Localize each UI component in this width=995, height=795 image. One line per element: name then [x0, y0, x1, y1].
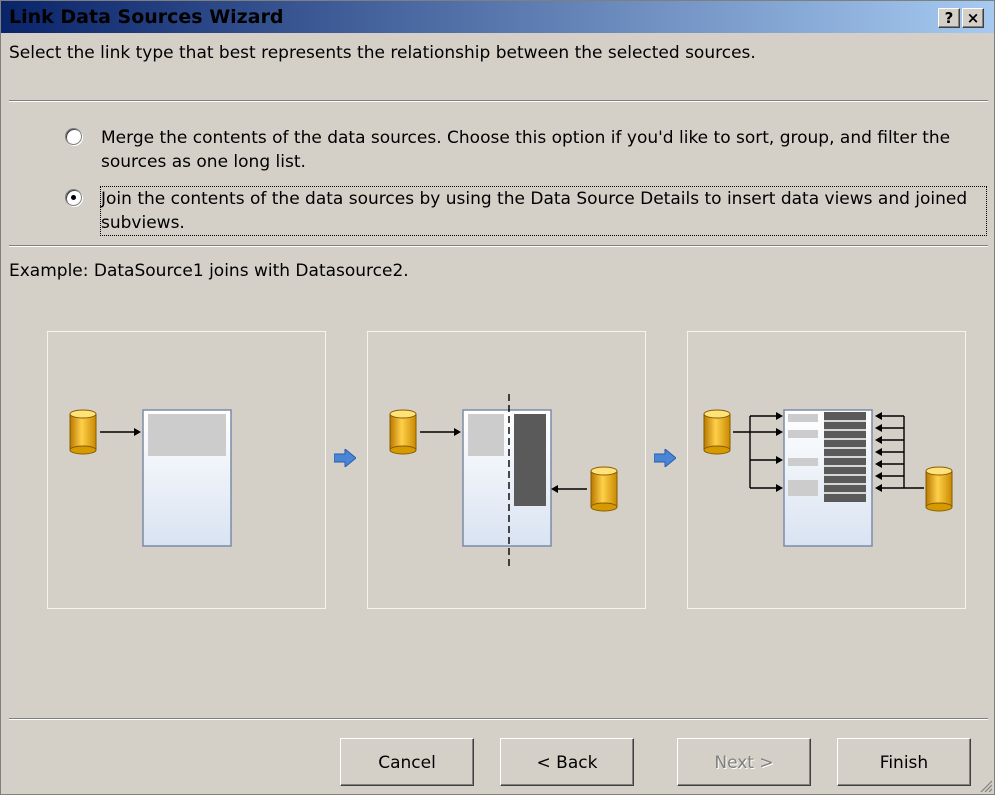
step-arrow-icon — [653, 447, 677, 472]
step-arrow-icon — [333, 447, 357, 472]
arrow-right-icon — [100, 428, 141, 436]
example-panel-3 — [687, 331, 966, 609]
database-icon — [703, 409, 731, 455]
resize-grip-icon[interactable] — [979, 779, 993, 793]
join-option[interactable]: Join the contents of the data sources by… — [65, 186, 987, 237]
close-button[interactable]: × — [962, 8, 984, 28]
page-icon — [783, 409, 873, 547]
radio-selected-dot — [71, 195, 76, 200]
instruction-text: Select the link type that best represent… — [9, 43, 756, 63]
arrow-right-icon — [420, 428, 461, 436]
dialog-title: Link Data Sources Wizard — [9, 6, 284, 28]
database-icon — [69, 409, 97, 455]
cancel-button[interactable]: Cancel — [340, 738, 474, 786]
join-option-label[interactable]: Join the contents of the data sources by… — [100, 186, 987, 236]
connector-arrows-icon — [882, 415, 924, 489]
example-panel-2 — [367, 331, 646, 609]
separator — [9, 100, 988, 102]
database-icon — [925, 466, 953, 512]
separator — [9, 245, 988, 247]
page-icon — [142, 409, 232, 547]
arrow-left-icon — [551, 485, 587, 493]
next-button[interactable]: Next > — [677, 738, 811, 786]
merge-option[interactable]: Merge the contents of the data sources. … — [65, 126, 985, 176]
database-icon — [590, 466, 618, 512]
separator — [9, 718, 988, 720]
wizard-dialog: Link Data Sources Wizard ? × Select the … — [0, 0, 995, 795]
title-bar[interactable]: Link Data Sources Wizard ? × — [1, 1, 994, 33]
finish-button[interactable]: Finish — [837, 738, 971, 786]
connector-arrows-icon — [733, 415, 776, 489]
help-button[interactable]: ? — [938, 8, 960, 28]
join-radio[interactable] — [65, 189, 82, 206]
merge-option-label[interactable]: Merge the contents of the data sources. … — [101, 126, 986, 174]
example-panel-1 — [47, 331, 326, 609]
example-caption: Example: DataSource1 joins with Datasour… — [9, 261, 409, 281]
back-button[interactable]: < Back — [500, 738, 634, 786]
merge-radio[interactable] — [65, 128, 82, 145]
database-icon — [389, 409, 417, 455]
page-icon — [462, 394, 552, 568]
